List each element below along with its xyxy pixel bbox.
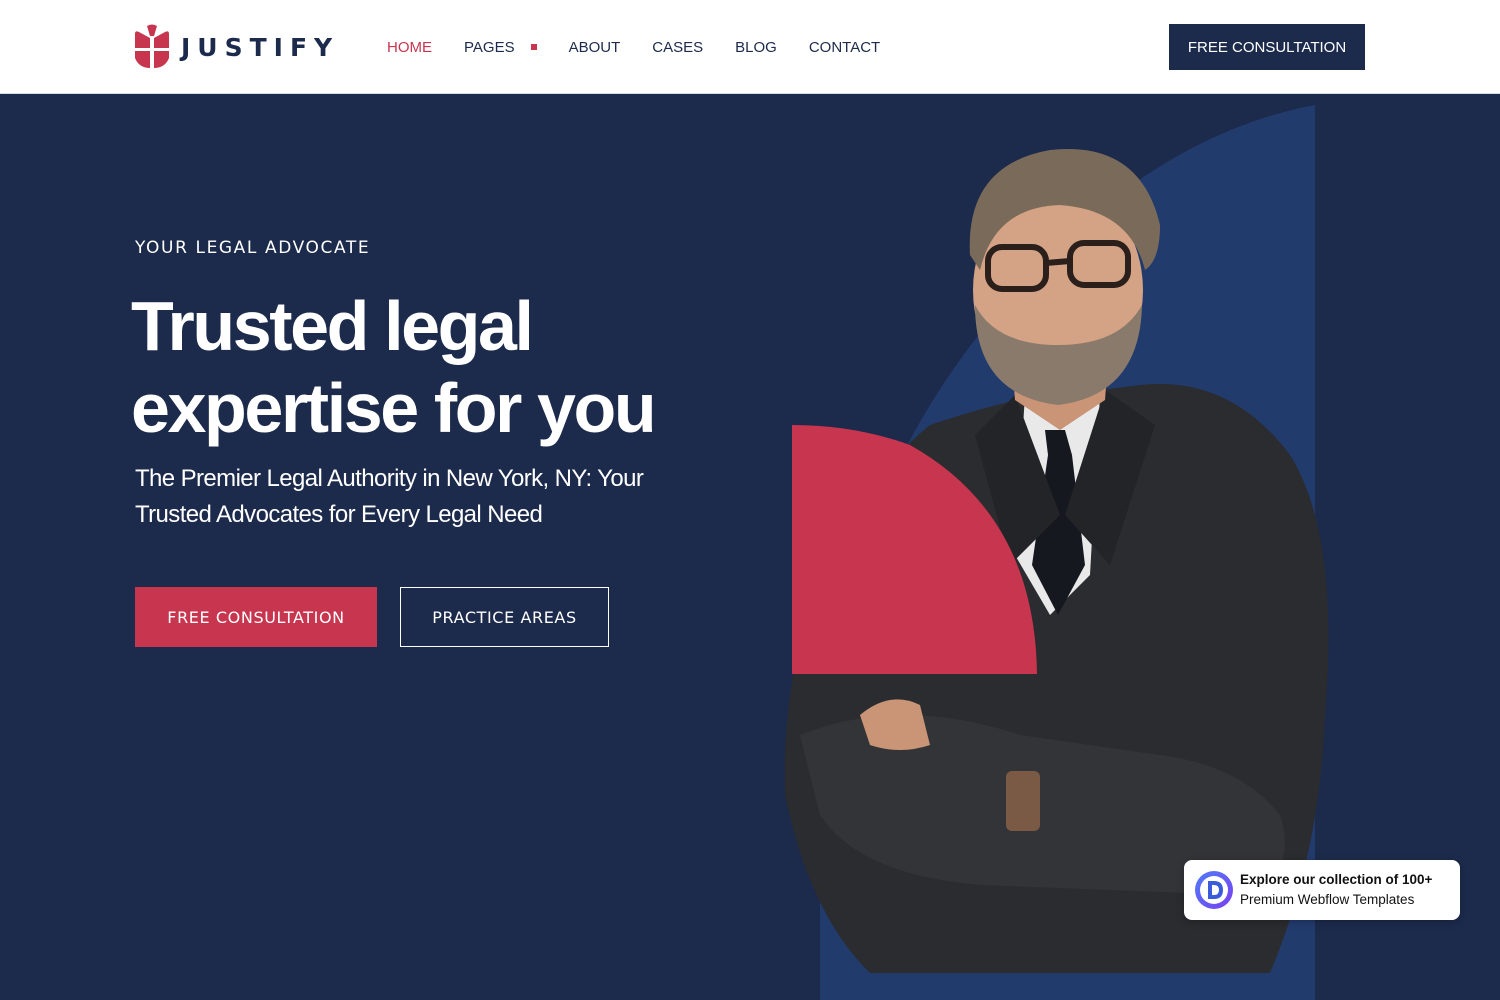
hero-eyebrow: YOUR LEGAL ADVOCATE — [135, 238, 371, 258]
header-consultation-button[interactable]: FREE CONSULTATION — [1169, 24, 1365, 70]
nav-item-pages-label: PAGES — [464, 38, 515, 56]
templates-promo-badge[interactable]: Explore our collection of 100+ Premium W… — [1184, 860, 1460, 920]
hero-headline: Trusted legal expertise for you — [131, 285, 771, 449]
hero-headline-line1: Trusted legal — [131, 287, 534, 365]
wristwatch — [1006, 771, 1040, 831]
logo[interactable]: JUSTIFY — [135, 24, 339, 70]
brand-name: JUSTIFY — [181, 32, 340, 62]
justify-logo-icon — [135, 24, 169, 68]
badge-subtitle: Premium Webflow Templates — [1240, 892, 1415, 907]
nav-item-home[interactable]: HOME — [387, 39, 432, 56]
site-header: JUSTIFY HOME PAGES ABOUT CASES BLOG CONT… — [0, 0, 1500, 94]
nav-item-about[interactable]: ABOUT — [569, 39, 621, 56]
hero-headline-line2: expertise for you — [131, 369, 657, 447]
dropdown-marker-icon — [530, 44, 537, 50]
nav-item-pages[interactable]: PAGES — [464, 39, 537, 56]
hero-subhead: The Premier Legal Authority in New York,… — [135, 465, 644, 528]
badge-title: Explore our collection of 100+ — [1240, 872, 1433, 887]
designer-d-icon — [1195, 871, 1233, 909]
main-nav: HOME PAGES ABOUT CASES BLOG CONTACT — [387, 0, 912, 94]
nav-item-blog[interactable]: BLOG — [735, 39, 777, 56]
nav-item-contact[interactable]: CONTACT — [809, 39, 880, 56]
practice-areas-button[interactable]: PRACTICE AREAS — [400, 587, 609, 647]
nav-item-cases[interactable]: CASES — [652, 39, 703, 56]
badge-text: Explore our collection of 100+ Premium W… — [1240, 870, 1432, 910]
hero-consultation-button[interactable]: FREE CONSULTATION — [135, 587, 377, 647]
